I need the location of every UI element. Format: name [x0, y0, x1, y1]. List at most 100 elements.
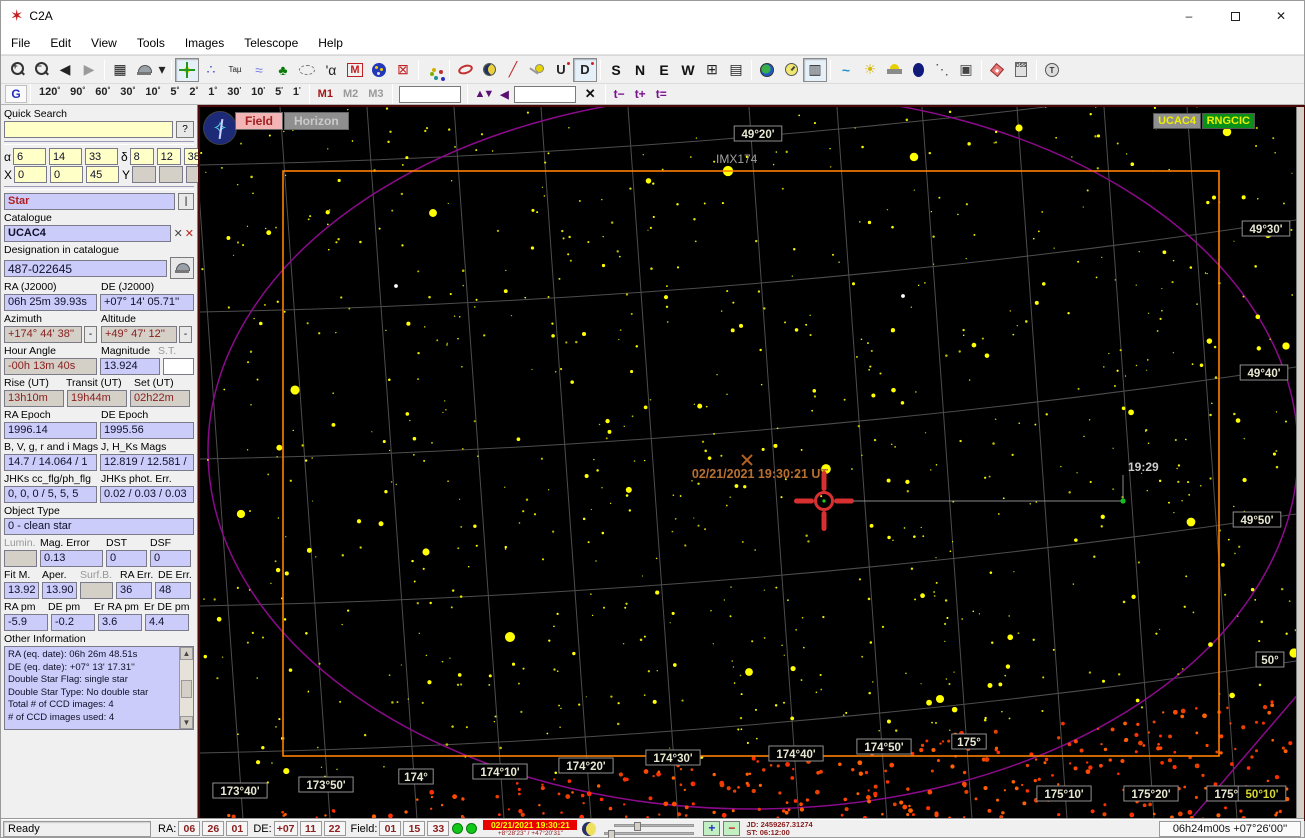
catalog-chip-rngcic[interactable]: RNGCIC	[1201, 113, 1255, 129]
de-m-input[interactable]	[156, 148, 181, 165]
info-scrollbar[interactable]: ▲ ▼	[179, 647, 193, 729]
sine-wave-button[interactable]: ~	[834, 58, 858, 82]
bvgri-mags-field[interactable]: 14.7 / 14.064 / 1	[4, 454, 97, 471]
field-m-box[interactable]: 15	[403, 821, 426, 836]
aper-field[interactable]: 13.90	[42, 582, 77, 599]
slider-track[interactable]	[604, 831, 695, 835]
menu-edit[interactable]: Edit	[40, 33, 81, 53]
jhks-mags-field[interactable]: 12.819 / 12.581 /	[100, 454, 194, 471]
zoom-level-5min[interactable]: 5 '	[270, 85, 288, 103]
slider-handle[interactable]	[608, 829, 616, 838]
time-now-button[interactable]: t=	[651, 87, 672, 101]
maximize-button[interactable]	[1212, 1, 1258, 31]
ra-m-input[interactable]	[48, 148, 82, 165]
menu-tools[interactable]: Tools	[127, 33, 175, 53]
dropdown-arrow-button[interactable]: ▾	[156, 58, 168, 82]
de-d-box[interactable]: +07	[273, 821, 298, 836]
planets-button[interactable]	[367, 58, 391, 82]
grid-button[interactable]: ▦	[108, 58, 132, 82]
fitm-field[interactable]: 13.92	[4, 582, 39, 599]
ra-h-box[interactable]: 06	[178, 821, 201, 836]
de-d-input[interactable]	[129, 148, 154, 165]
minimize-button[interactable]: –	[1166, 1, 1212, 31]
ngc-frame-button[interactable]: ⊠	[391, 58, 415, 82]
clear-button[interactable]: ✕	[579, 86, 602, 102]
x2-input[interactable]	[50, 166, 84, 183]
hour-angle-field[interactable]: -00h 13m 40s	[4, 358, 97, 375]
slider-track[interactable]	[614, 823, 695, 827]
de-pm-field[interactable]: -0.2	[51, 614, 95, 631]
tab-horizon[interactable]: Horizon	[284, 112, 349, 130]
sky-chart[interactable]: IMX174 49°20' 49°30' 49°40' 49°50' 50° 173°40'…	[192, 72, 1305, 821]
horizon-panel-button[interactable]: ▤	[724, 58, 748, 82]
menu-file[interactable]: File	[1, 33, 40, 53]
forward-button[interactable]: ▶	[77, 58, 101, 82]
scroll-up-icon[interactable]: ▲	[180, 647, 193, 660]
field-d-box[interactable]: 01	[379, 821, 402, 836]
milky-way-button[interactable]: ≈	[247, 58, 271, 82]
zoom-level-60deg[interactable]: 60 °	[90, 85, 115, 103]
scroll-down-icon[interactable]: ▼	[180, 716, 193, 729]
satellite-track-button[interactable]: ⋱	[930, 58, 954, 82]
comet-button[interactable]: ╱	[501, 58, 525, 82]
fit-view-button[interactable]: ⊞	[700, 58, 724, 82]
time-step-minus-button[interactable]: −	[723, 821, 741, 836]
de-epoch-field[interactable]: 1995.56	[100, 422, 194, 439]
constellation-lines-button[interactable]: ∴	[199, 58, 223, 82]
earth-button[interactable]	[755, 58, 779, 82]
ra-s-box[interactable]: 01	[226, 821, 249, 836]
zoom-in-button[interactable]: +	[5, 58, 29, 82]
mag-error-field[interactable]: 0.13	[40, 550, 103, 567]
x3-input[interactable]	[86, 166, 120, 183]
dsf-field[interactable]: 0	[150, 550, 191, 567]
zoom-level-30deg[interactable]: 30 °	[115, 85, 140, 103]
landscape-button[interactable]: ♣	[271, 58, 295, 82]
st-field[interactable]	[163, 358, 194, 375]
clock-button[interactable]	[779, 58, 803, 82]
ra-h-input[interactable]	[12, 148, 46, 165]
designation-field[interactable]: 487-022645	[4, 259, 167, 277]
time-back-button[interactable]: t−	[609, 87, 630, 101]
night-mode-button[interactable]	[906, 58, 930, 82]
back-button[interactable]: ◀	[53, 58, 77, 82]
star-colors-button[interactable]	[422, 58, 446, 82]
azimuth-more-button[interactable]: -	[84, 326, 97, 343]
uranus-labels-button[interactable]: U	[549, 58, 573, 82]
greek-letters-button[interactable]: 'α	[319, 58, 343, 82]
map-scrollbar[interactable]	[1296, 107, 1304, 819]
zoom-out-button[interactable]: −	[29, 58, 53, 82]
transit-field[interactable]: 19h44m	[67, 390, 127, 407]
set-field[interactable]: 02h22m	[130, 390, 190, 407]
zoom-level-120deg[interactable]: 120 °	[34, 85, 65, 103]
telescope-control-button[interactable]: T	[1040, 58, 1064, 82]
search-object-input[interactable]	[513, 85, 576, 103]
object-class-field[interactable]: Star	[4, 193, 175, 210]
surfb-field[interactable]	[80, 582, 113, 599]
rise-field[interactable]: 13h10m	[4, 390, 64, 407]
magnitude-field[interactable]: 13.924	[100, 358, 160, 375]
azimuth-field[interactable]: +174° 44' 38''	[4, 326, 82, 343]
zoom-level-1min[interactable]: 1 '	[288, 85, 306, 103]
ra-m-box[interactable]: 26	[202, 821, 225, 836]
lumin-field[interactable]	[4, 550, 37, 567]
menu-images[interactable]: Images	[175, 33, 234, 53]
close-button[interactable]: ✕	[1258, 1, 1304, 31]
scroll-thumb[interactable]	[181, 680, 192, 698]
de-err-field[interactable]: 48	[155, 582, 191, 599]
fov-ellipse-button[interactable]	[295, 58, 319, 82]
altitude-field[interactable]: +49° 47' 12''	[101, 326, 177, 343]
east-button[interactable]: E	[652, 58, 676, 82]
marker3-button[interactable]: M3	[363, 88, 388, 100]
de-m-box[interactable]: 11	[299, 821, 322, 836]
x1-input[interactable]	[14, 166, 48, 183]
observatory-button[interactable]	[170, 257, 194, 279]
constellation-names-button[interactable]: Taµ	[223, 58, 247, 82]
zoom-level-10min[interactable]: 10 '	[246, 85, 270, 103]
slider-handle[interactable]	[634, 821, 642, 831]
meteor-button[interactable]	[525, 58, 549, 82]
ra-epoch-field[interactable]: 1996.14	[4, 422, 97, 439]
er-de-pm-field[interactable]: 4.4	[145, 614, 189, 631]
altitude-more-button[interactable]: -	[179, 326, 192, 343]
zoom-level-30min[interactable]: 30 '	[222, 85, 246, 103]
zoom-level-5deg[interactable]: 5 °	[165, 85, 184, 103]
